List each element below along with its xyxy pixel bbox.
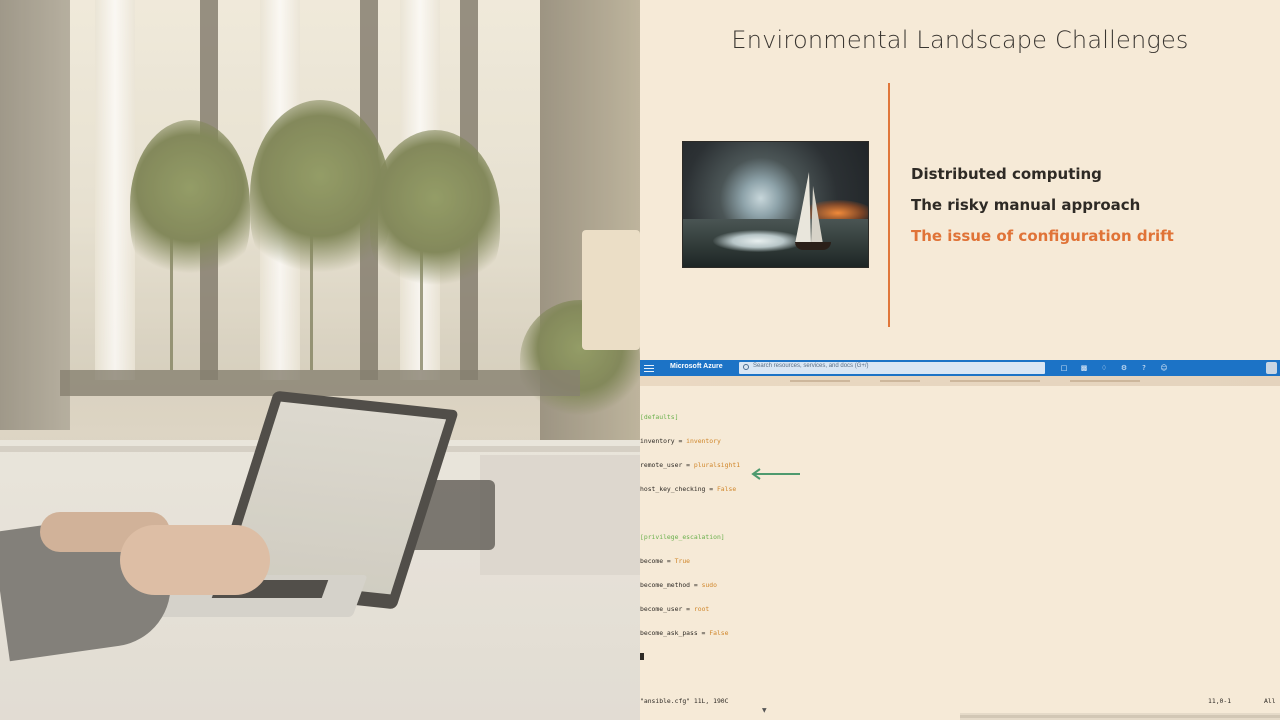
- directory-filter-icon[interactable]: ▩: [1078, 363, 1090, 373]
- azure-brand[interactable]: Microsoft Azure: [670, 363, 723, 370]
- status-cursor-position: 11,0-1: [1208, 697, 1232, 705]
- status-file: "ansible.cfg" 11L, 190C: [640, 697, 729, 705]
- vim-editor[interactable]: [defaults] inventory = inventory remote_…: [640, 397, 740, 677]
- help-icon[interactable]: ?: [1138, 363, 1150, 373]
- slide-title: Environmental Landscape Challenges: [731, 26, 1189, 54]
- notifications-icon[interactable]: ♢: [1098, 363, 1110, 373]
- horizontal-scrollbar[interactable]: [960, 713, 1280, 720]
- config-key: become_method =: [640, 581, 702, 589]
- config-value: False: [709, 629, 729, 637]
- azure-cloud-shell: Microsoft Azure Search resources, servic…: [640, 360, 1280, 720]
- config-value: True: [674, 557, 691, 565]
- search-icon: [743, 364, 749, 370]
- stormy-sea-sailboat-image: [682, 141, 869, 268]
- status-scroll: All: [1264, 697, 1276, 705]
- presenter-photo: [0, 0, 640, 720]
- sailboat: [795, 172, 811, 244]
- slide: Environmental Landscape Challenges Distr…: [640, 0, 1280, 360]
- avatar[interactable]: [1266, 362, 1277, 374]
- vim-status-line: "ansible.cfg" 11L, 190C 11,0-1 All: [640, 697, 1280, 707]
- search-placeholder: Search resources, services, and docs (G+…: [753, 363, 869, 369]
- settings-icon[interactable]: ⚙: [1118, 363, 1130, 373]
- config-key: become_user =: [640, 605, 694, 613]
- config-key: become_ask_pass =: [640, 629, 710, 637]
- config-key: become =: [640, 557, 675, 565]
- bullet-item: Distributed computing: [911, 165, 1102, 183]
- section-header: [defaults]: [640, 413, 679, 421]
- vertical-divider: [888, 83, 890, 327]
- config-value: sudo: [701, 581, 717, 589]
- config-value: pluralsight1: [693, 461, 741, 469]
- azure-top-bar: Microsoft Azure Search resources, servic…: [640, 360, 1280, 376]
- bullet-list: Distributed computing The risky manual a…: [911, 164, 1174, 257]
- bullet-item: The risky manual approach: [911, 196, 1141, 214]
- cloud-shell-icon[interactable]: □: [1058, 363, 1070, 373]
- config-key: host_key_checking =: [640, 485, 717, 493]
- config-key: inventory =: [640, 437, 687, 445]
- config-value: inventory: [686, 437, 721, 445]
- text-cursor: [640, 653, 644, 660]
- section-header: [privilege_escalation]: [640, 533, 725, 541]
- config-value: root: [693, 605, 710, 613]
- shell-toolbar: [640, 376, 1280, 386]
- bullet-item-active: The issue of configuration drift: [911, 227, 1174, 245]
- config-key: remote_user =: [640, 461, 694, 469]
- left-arrow-icon: [751, 468, 800, 480]
- hamburger-menu-icon[interactable]: [644, 363, 654, 373]
- config-value: False: [716, 485, 737, 493]
- search-input[interactable]: Search resources, services, and docs (G+…: [739, 362, 1045, 374]
- chevron-down-icon[interactable]: ▼: [762, 707, 767, 714]
- feedback-icon[interactable]: ☺: [1158, 363, 1170, 373]
